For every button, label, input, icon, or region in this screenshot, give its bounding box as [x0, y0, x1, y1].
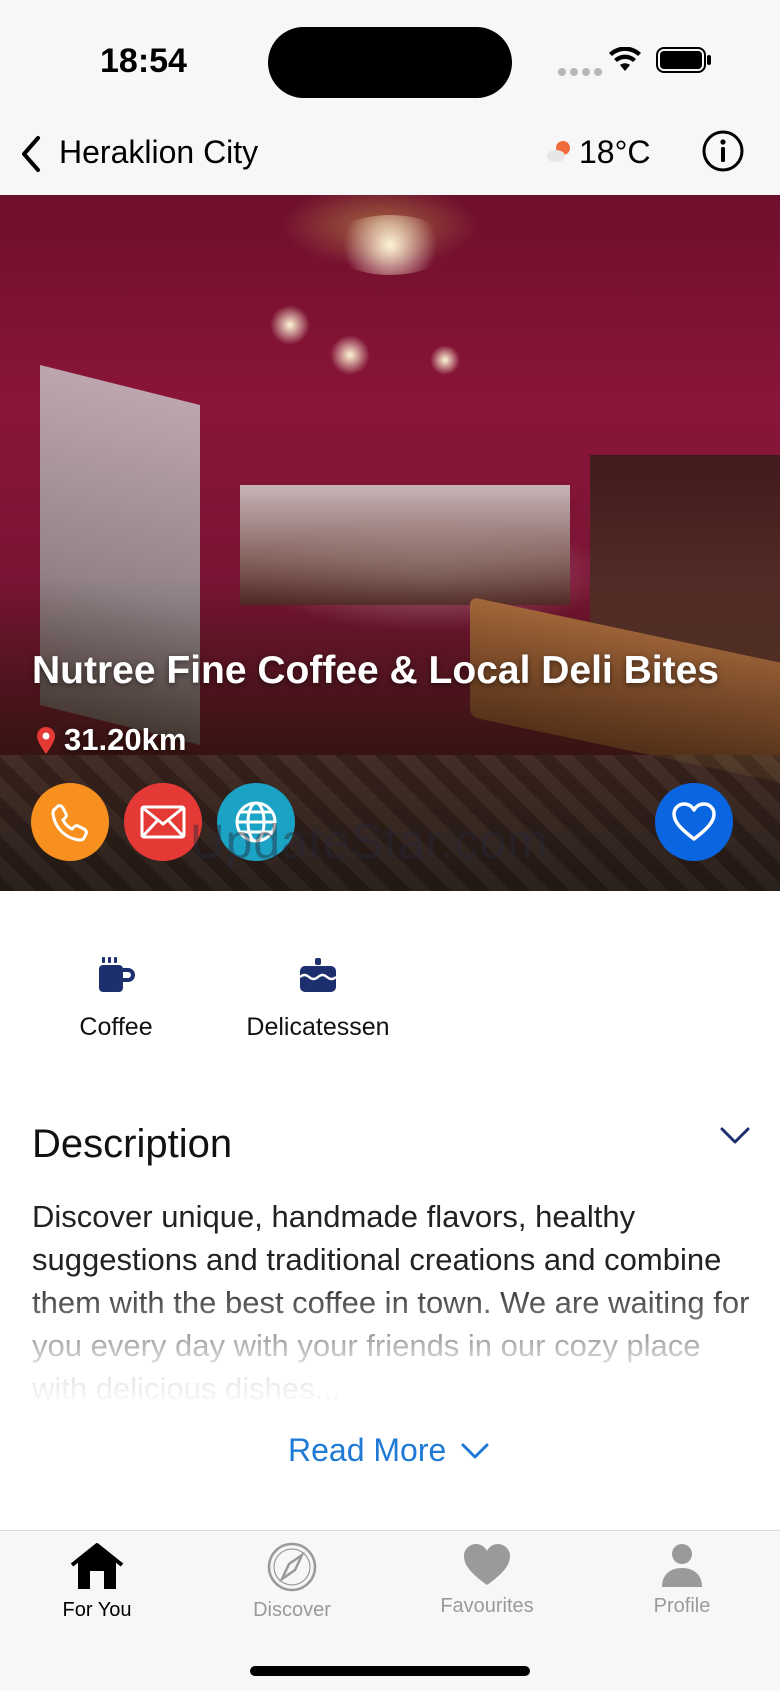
chevron-down-icon [461, 1443, 489, 1458]
tab-label: For You [62, 1599, 132, 1621]
tab-label: Discover [253, 1599, 331, 1621]
home-icon [70, 1543, 124, 1589]
status-bar: 18:54 [0, 0, 780, 115]
chevron-down-icon[interactable] [718, 1124, 752, 1148]
tab-profile[interactable]: Profile [602, 1541, 762, 1618]
chevron-left-icon[interactable] [16, 133, 48, 175]
category-coffee: Coffee [16, 955, 216, 1042]
tab-label: Profile [653, 1595, 711, 1617]
compass-icon [267, 1542, 317, 1592]
read-more-button[interactable]: Read More [288, 1432, 490, 1469]
info-circle-icon[interactable] [701, 129, 745, 173]
tab-for-you[interactable]: For You [17, 1541, 177, 1622]
phone-icon [51, 804, 88, 842]
description-fade [0, 1280, 780, 1410]
tab-favourites[interactable]: Favourites [407, 1541, 567, 1618]
nav-bar: Heraklion City 18°C [0, 115, 780, 195]
heart-outline-icon [672, 802, 716, 841]
battery-icon [656, 47, 711, 73]
signal-icon [558, 68, 602, 76]
person-icon [662, 1544, 702, 1587]
watermark: UpdateStar.com [190, 816, 549, 869]
call-button[interactable] [31, 783, 109, 861]
mail-icon [140, 805, 186, 839]
category-delicatessen: Delicatessen [218, 955, 418, 1042]
heart-icon [464, 1544, 510, 1585]
hero-image: Nutree Fine Coffee & Local Deli Bites 31… [0, 195, 780, 891]
description-heading: Description [32, 1122, 233, 1166]
page-title: Heraklion City [59, 134, 259, 170]
favourite-button[interactable] [655, 783, 733, 861]
tab-label: Favourites [440, 1595, 534, 1617]
dynamic-island [268, 27, 512, 98]
temperature: 18°C [579, 134, 651, 170]
tab-discover[interactable]: Discover [212, 1541, 372, 1622]
location-pin-icon [37, 727, 55, 754]
category-label: Coffee [79, 1013, 153, 1041]
partly-cloudy-icon [547, 141, 570, 162]
wifi-icon [609, 47, 641, 71]
cake-icon [299, 958, 337, 992]
distance: 31.20km [64, 722, 187, 757]
home-indicator [250, 1666, 530, 1676]
status-time: 18:54 [100, 42, 187, 80]
category-label: Delicatessen [246, 1013, 390, 1041]
read-more-label: Read More [288, 1432, 447, 1468]
place-title: Nutree Fine Coffee & Local Deli Bites [32, 649, 719, 692]
coffee-mug-icon [99, 957, 135, 992]
